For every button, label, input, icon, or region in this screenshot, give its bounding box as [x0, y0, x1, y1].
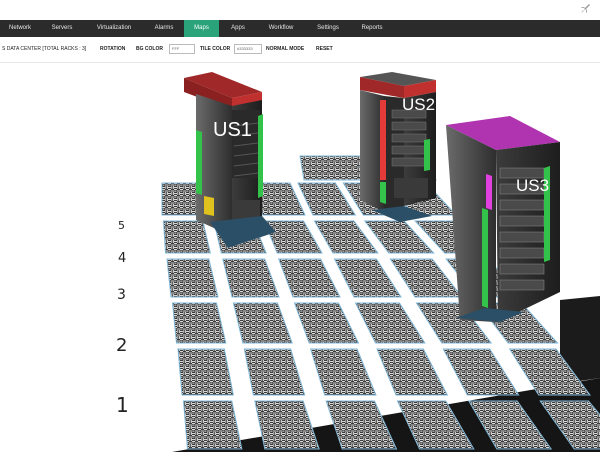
nav-maps[interactable]: Maps	[184, 20, 219, 37]
rack-us2-label: US2	[402, 95, 435, 114]
floor-tile[interactable]	[222, 258, 280, 298]
nav-workflow[interactable]: Workflow	[257, 20, 305, 37]
floor-svg: US1 US2 US3	[161, 72, 600, 452]
floor-tile[interactable]	[243, 348, 306, 396]
floor-tile[interactable]	[354, 302, 426, 344]
rack-map-3d-view[interactable]: US1 US2 US3 5 4 3 2 1	[0, 63, 600, 452]
map-toolbar: S DATA CENTER [TOTAL RACKS : 3] ROTATION…	[0, 38, 600, 63]
nav-servers[interactable]: Servers	[40, 20, 84, 37]
tile-color-label: TILE COLOR	[200, 46, 231, 52]
normal-mode-button[interactable]: NORMAL MODE	[266, 46, 304, 52]
rack-us3-label: US3	[516, 176, 549, 195]
floor-tile[interactable]	[263, 220, 323, 254]
bg-color-label: BG COLOR	[136, 46, 163, 52]
reset-button[interactable]: RESET	[316, 46, 333, 52]
tile-color-input[interactable]: #333333	[234, 44, 262, 54]
nav-settings[interactable]: Settings	[305, 20, 351, 37]
floor-tile[interactable]	[277, 258, 341, 298]
floor-tile[interactable]	[171, 302, 227, 344]
rotation-button[interactable]: ROTATION	[100, 46, 125, 52]
floor-tile[interactable]	[299, 155, 367, 181]
floor-tile[interactable]	[333, 258, 402, 298]
floor-tile[interactable]	[162, 220, 211, 254]
floor-tile[interactable]	[376, 348, 449, 396]
rack-us2[interactable]: US2	[360, 72, 436, 222]
datacenter-label: S DATA CENTER [TOTAL RACKS : 3]	[2, 46, 87, 52]
row-label-5: 5	[118, 219, 125, 232]
nav-apps[interactable]: Apps	[219, 20, 257, 37]
floor-tile[interactable]	[166, 258, 219, 298]
floor-tile[interactable]	[232, 302, 293, 344]
floor-tile[interactable]	[293, 302, 360, 344]
rack-us1-label: US1	[213, 119, 252, 141]
top-strip	[0, 0, 600, 20]
floor-tile[interactable]	[309, 348, 377, 396]
row-label-4: 4	[118, 251, 127, 266]
rocket-icon[interactable]	[578, 2, 592, 16]
row-label-2: 2	[116, 335, 128, 356]
floor-tile[interactable]	[182, 400, 243, 450]
nav-reports[interactable]: Reports	[351, 20, 393, 37]
floor-tile[interactable]	[177, 348, 234, 396]
bg-color-input[interactable]: FFF	[169, 44, 195, 54]
row-label-1: 1	[116, 393, 129, 417]
nav-network[interactable]: Network	[0, 20, 40, 37]
floor-tile[interactable]	[254, 400, 320, 450]
nav-alarms[interactable]: Alarms	[144, 20, 184, 37]
rack-us3[interactable]: US3	[446, 116, 560, 322]
main-navbar: Network Servers Virtualization Alarms Ma…	[0, 20, 600, 37]
floor-tile[interactable]	[442, 348, 520, 396]
nav-virtualization[interactable]: Virtualization	[84, 20, 144, 37]
row-label-3: 3	[117, 287, 126, 303]
